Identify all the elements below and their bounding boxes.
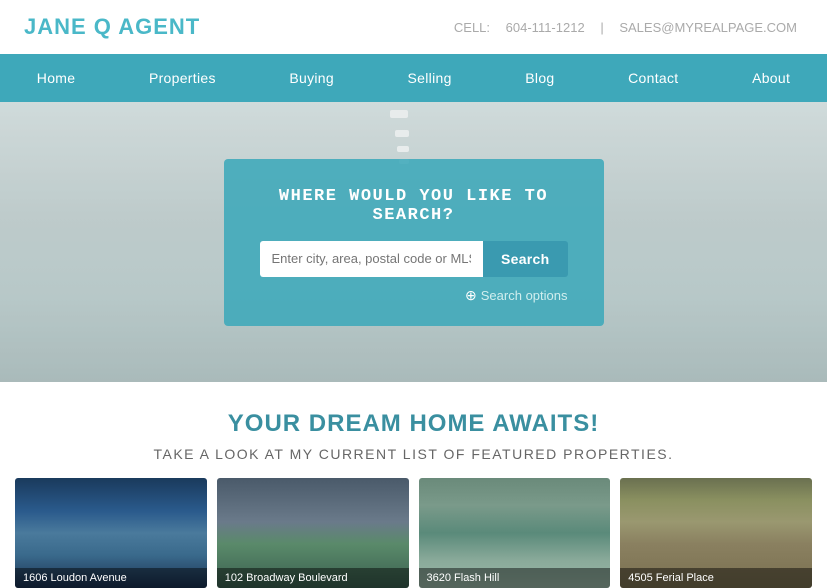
nav-contact[interactable]: Contact: [610, 54, 696, 102]
property-label-3: 3620 Flash Hill: [419, 568, 611, 588]
properties-row: 1606 Loudon Avenue 102 Broadway Boulevar…: [0, 478, 827, 588]
contact-info: CELL: 604-111-1212 | SALES@MYREALPAGE.CO…: [448, 20, 803, 35]
nav-selling[interactable]: Selling: [390, 54, 470, 102]
property-label-4: 4505 Ferial Place: [620, 568, 812, 588]
search-title: Where Would You Like To Search?: [260, 187, 568, 225]
search-box: Where Would You Like To Search? Search ⊕…: [224, 159, 604, 326]
property-card-1[interactable]: 1606 Loudon Avenue: [15, 478, 207, 588]
ceiling-light-1: [390, 110, 408, 118]
search-options[interactable]: ⊕ Search options: [260, 287, 568, 304]
site-logo: JANE Q AGENT: [24, 14, 200, 40]
dream-title: YOUR DREAM HOME AWAITS!: [20, 410, 807, 438]
cell-label: CELL:: [454, 20, 490, 35]
search-row: Search: [260, 241, 568, 277]
nav-about[interactable]: About: [734, 54, 808, 102]
property-label-1: 1606 Loudon Avenue: [15, 568, 207, 588]
nav-properties[interactable]: Properties: [131, 54, 234, 102]
property-label-2: 102 Broadway Boulevard: [217, 568, 409, 588]
dream-section: YOUR DREAM HOME AWAITS! TAKE A LOOK AT M…: [0, 382, 827, 478]
email: SALES@MYREALPAGE.COM: [619, 20, 797, 35]
search-options-icon: ⊕: [465, 287, 477, 304]
dream-subtitle: TAKE A LOOK AT MY CURRENT LIST OF FEATUR…: [20, 446, 807, 462]
search-input[interactable]: [260, 241, 484, 277]
search-options-label: Search options: [481, 288, 568, 303]
nav-buying[interactable]: Buying: [271, 54, 352, 102]
main-nav: Home Properties Buying Selling Blog Cont…: [0, 54, 827, 102]
property-card-3[interactable]: 3620 Flash Hill: [419, 478, 611, 588]
page-header: JANE Q AGENT CELL: 604-111-1212 | SALES@…: [0, 0, 827, 54]
ceiling-light-3: [397, 146, 409, 152]
ceiling-light-2: [395, 130, 409, 137]
property-card-2[interactable]: 102 Broadway Boulevard: [217, 478, 409, 588]
hero-section: Where Would You Like To Search? Search ⊕…: [0, 102, 827, 382]
nav-blog[interactable]: Blog: [507, 54, 572, 102]
cell-number: 604-111-1212: [506, 20, 585, 35]
separator: |: [600, 20, 603, 35]
nav-home[interactable]: Home: [19, 54, 94, 102]
search-button[interactable]: Search: [483, 241, 568, 277]
property-card-4[interactable]: 4505 Ferial Place: [620, 478, 812, 588]
